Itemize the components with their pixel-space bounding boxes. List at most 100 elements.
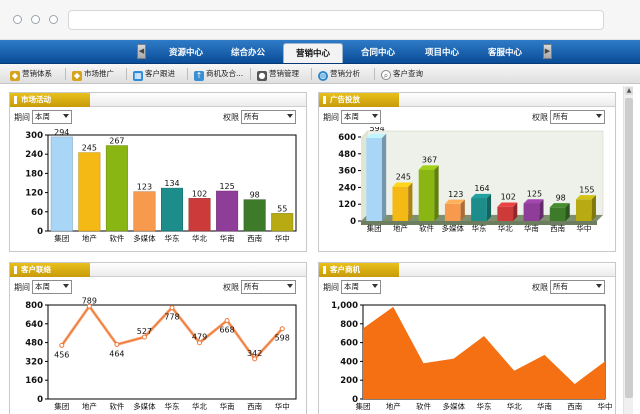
data-label: 155: [579, 185, 594, 194]
x-tick-label: 地产: [82, 401, 97, 411]
nav-left-arrow-icon[interactable]: ◀: [137, 44, 146, 59]
data-label: 245: [82, 144, 97, 153]
period-value: 本周: [35, 282, 50, 291]
subnav-item-analysis[interactable]: ◍ 营销分析: [318, 67, 360, 81]
nav-tab-marketing[interactable]: 营销中心: [283, 43, 343, 63]
browser-chrome: [0, 0, 640, 40]
x-tick-label: 西南: [247, 233, 262, 243]
nav-tab-contracts[interactable]: 合同中心: [348, 43, 408, 63]
subnav-label: 客户查询: [393, 69, 423, 78]
chevron-down-icon: [63, 284, 69, 288]
data-label: 778: [164, 313, 179, 322]
chart-market-activity: 0 60 120 180 240 300 集团 地产 软件 多媒体 华东 华北 华南 西南 华中 294 245…: [25, 128, 297, 243]
bar: [105, 145, 128, 232]
x-tick-label: 多媒体: [133, 233, 156, 243]
subnav-item-system[interactable]: ◆ 营销体系: [10, 67, 52, 81]
bar-side: [408, 182, 413, 221]
x-tick-label: 华中: [275, 401, 290, 411]
data-label: 102: [192, 189, 207, 198]
bar-side: [486, 193, 492, 221]
period-value: 本周: [344, 112, 359, 121]
permission-value: 所有: [244, 282, 259, 291]
nav-right-arrow-icon[interactable]: ▶: [543, 44, 552, 59]
nav-tab-resources[interactable]: 资源中心: [156, 43, 216, 63]
data-label: 598: [275, 334, 290, 343]
x-tick-label: 软件: [419, 223, 434, 233]
panel-title: 客户商机: [330, 265, 360, 274]
chevron-down-icon: [596, 114, 602, 118]
x-tick-label: 软件: [416, 401, 431, 411]
y-tick-label: 240: [25, 150, 43, 160]
data-point: [279, 326, 285, 332]
globe-icon: ◍: [318, 71, 328, 81]
chart-customer-contact: 0 160 320 480 640 800 集团 地产 软件 多媒体 华东 华北 华南 西南 华中 456 78…: [25, 297, 297, 411]
subnav-label: 客户跟进: [145, 69, 175, 78]
bar: [161, 187, 183, 232]
period-label: 期间: [14, 283, 30, 292]
bar: [78, 152, 101, 232]
window-minimize-icon[interactable]: [31, 15, 40, 24]
y-tick-label: 0: [37, 227, 43, 237]
subnav-item-management[interactable]: ● 营销管理: [257, 67, 299, 81]
chevron-down-icon: [372, 284, 378, 288]
nav-tab-service[interactable]: 客服中心: [475, 43, 535, 63]
panel-mark-icon: [323, 266, 326, 274]
divider: [250, 68, 251, 80]
panel-tab: 客户联络: [10, 263, 90, 277]
window-maximize-icon[interactable]: [49, 15, 58, 24]
scroll-thumb[interactable]: [625, 98, 633, 398]
y-tick-label: 480: [25, 339, 43, 349]
subnav-item-promotion[interactable]: ◆ 市场推广: [72, 67, 114, 81]
area-fill: [363, 306, 605, 399]
period-select[interactable]: 本周: [32, 280, 72, 294]
permission-select[interactable]: 所有: [241, 280, 296, 294]
divider: [374, 68, 375, 80]
chevron-down-icon: [372, 114, 378, 118]
bar: [366, 137, 382, 221]
y-tick-label: 600: [338, 133, 356, 143]
scroll-up-icon[interactable]: ▲: [625, 87, 633, 95]
period-label: 期间: [14, 113, 30, 122]
y-tick-label: 180: [25, 169, 43, 179]
permission-select[interactable]: 所有: [241, 110, 296, 124]
chevron-down-icon: [287, 114, 293, 118]
window-close-icon[interactable]: [13, 15, 22, 24]
x-tick-label: 华南: [220, 401, 235, 411]
y-tick-label: 640: [25, 320, 43, 330]
data-label: 125: [219, 182, 234, 191]
address-bar[interactable]: [68, 10, 604, 30]
data-point: [59, 342, 65, 348]
x-tick-label: 华中: [598, 401, 613, 411]
vertical-scrollbar[interactable]: ▲: [623, 86, 633, 414]
x-tick-label: 西南: [247, 401, 262, 411]
chart-advertising: 0 120 240 360 480 600 集团 地产 软件 多媒体 华东 华北 华南 西南 华中 594 24…: [338, 127, 604, 233]
x-tick-label: 多媒体: [443, 401, 466, 411]
y-tick-label: 0: [350, 217, 356, 227]
subnav-item-query[interactable]: ⌕ 客户查询: [381, 67, 423, 81]
subnav-item-followup[interactable]: ▦ 客户跟进: [133, 67, 175, 81]
permission-label: 权限: [223, 283, 239, 292]
period-select[interactable]: 本周: [341, 110, 381, 124]
bar: [243, 199, 266, 232]
y-tick-label: 800: [25, 301, 43, 311]
period-select[interactable]: 本周: [32, 110, 72, 124]
permission-select[interactable]: 所有: [550, 110, 605, 124]
x-tick-label: 软件: [109, 233, 124, 243]
nav-tab-office[interactable]: 综合办公: [218, 43, 278, 63]
permission-select[interactable]: 所有: [550, 280, 605, 294]
panel-title: 市场活动: [21, 95, 51, 104]
app-window: ◀ 资源中心 综合办公 营销中心 合同中心 项目中心 客服中心 ▶ ◆ 营销体系 …: [0, 0, 640, 414]
panel-mark-icon: [323, 96, 326, 104]
data-label: 367: [422, 156, 437, 165]
x-tick-label: 华东: [472, 223, 487, 233]
data-point: [224, 318, 230, 324]
nav-tab-projects[interactable]: 项目中心: [412, 43, 472, 63]
data-label: 464: [109, 349, 124, 358]
data-label: 456: [54, 350, 69, 359]
bar-side: [591, 195, 596, 221]
subnav-item-opportunity[interactable]: ↑ 商机及合...: [194, 67, 243, 81]
panel-mark-icon: [14, 96, 17, 104]
x-tick-label: 集团: [54, 401, 69, 411]
x-tick-label: 华中: [275, 233, 290, 243]
period-select[interactable]: 本周: [341, 280, 381, 294]
